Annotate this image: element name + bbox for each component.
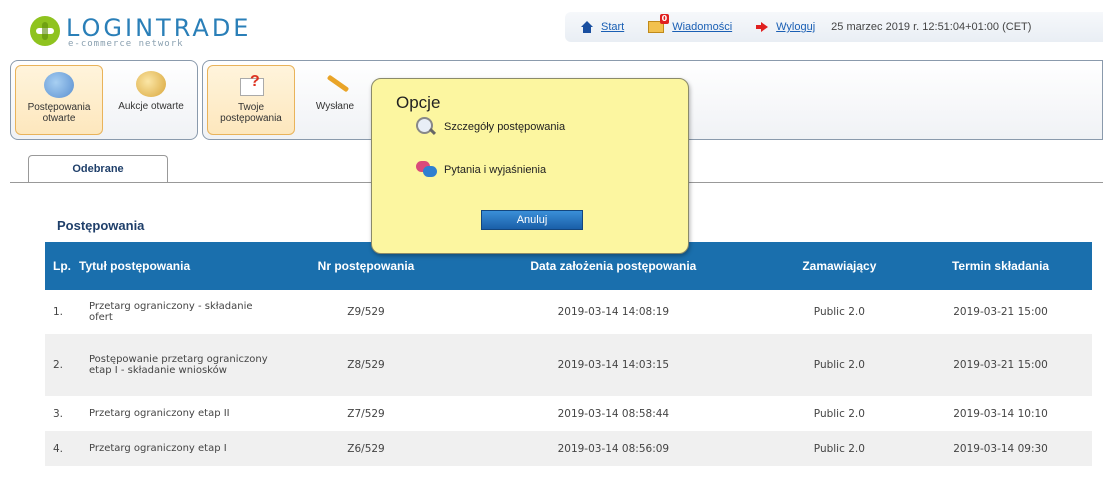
proceedings-table: Lp. Tytuł postępowania Nr postępowania D… xyxy=(45,242,1092,466)
current-datetime: 25 marzec 2019 r. 12:51:04+01:00 (CET) xyxy=(831,21,1032,33)
cell-deadline: 2019-03-14 10:10 xyxy=(909,396,1092,431)
cell-buyer: Public 2.0 xyxy=(769,334,910,396)
cell-title[interactable]: Przetarg ograniczony - składanie ofert xyxy=(75,290,275,334)
logo-text: LOGINTRADE xyxy=(66,14,252,42)
cancel-button[interactable]: Anuluj xyxy=(481,210,583,230)
auction-hammer-icon xyxy=(136,71,166,97)
your-proceedings-button[interactable]: Twoje postępowania xyxy=(207,65,295,135)
start-link[interactable]: Start xyxy=(601,21,624,33)
cell-title[interactable]: Przetarg ograniczony etap II xyxy=(75,396,275,431)
table-row[interactable]: 1. Przetarg ograniczony - składanie ofer… xyxy=(45,290,1092,334)
pen-icon xyxy=(320,71,350,97)
table-row[interactable]: 2. Postępowanie przetarg ograniczony eta… xyxy=(45,334,1092,396)
your-proceedings-label: Twoje postępowania xyxy=(220,102,282,124)
top-navigation: Start 0 Wiadomości Wyloguj 25 marzec 201… xyxy=(565,12,1103,42)
open-proceedings-button[interactable]: Postępowania otwarte xyxy=(15,65,103,135)
sent-button[interactable]: Wysłane xyxy=(299,65,371,135)
logo[interactable]: LOGINTRADE e-commerce network xyxy=(30,14,270,50)
column-header-title[interactable]: Tytuł postępowania xyxy=(75,242,275,290)
column-header-buyer[interactable]: Zamawiający xyxy=(769,242,910,290)
cell-deadline: 2019-03-21 15:00 xyxy=(909,334,1092,396)
cell-lp: 4. xyxy=(45,431,75,466)
option-proceeding-details[interactable]: Szczegóły postępowania xyxy=(416,117,565,137)
cell-date: 2019-03-14 08:56:09 xyxy=(457,431,770,466)
column-header-deadline[interactable]: Termin składania xyxy=(909,242,1092,290)
cell-number: Z7/529 xyxy=(275,396,458,431)
header: LOGINTRADE e-commerce network Start 0 Wi… xyxy=(0,0,1103,58)
cell-lp: 1. xyxy=(45,290,75,334)
cell-lp: 2. xyxy=(45,334,75,396)
options-popup: Opcje Szczegóły postępowania Pytania i w… xyxy=(371,78,689,254)
popup-title: Opcje xyxy=(396,93,441,112)
cell-date: 2019-03-14 14:08:19 xyxy=(457,290,770,334)
cell-title[interactable]: Postępowanie przetarg ograniczony etap I… xyxy=(75,334,275,396)
open-auctions-label: Aukcje otwarte xyxy=(118,101,184,112)
cell-number: Z6/529 xyxy=(275,431,458,466)
cell-number: Z9/529 xyxy=(275,290,458,334)
toolbar-group-open: Postępowania otwarte Aukcje otwarte xyxy=(10,60,198,140)
cell-deadline: 2019-03-14 09:30 xyxy=(909,431,1092,466)
cell-title[interactable]: Przetarg ograniczony etap I xyxy=(75,431,275,466)
option-proceeding-details-label: Szczegóły postępowania xyxy=(444,121,566,133)
cell-lp: 3. xyxy=(45,396,75,431)
magnifier-icon xyxy=(416,117,438,137)
home-icon xyxy=(581,21,593,33)
cell-number: Z8/529 xyxy=(275,334,458,396)
option-questions-clarifications[interactable]: Pytania i wyjaśnienia xyxy=(416,161,546,179)
cell-buyer: Public 2.0 xyxy=(769,431,910,466)
open-auctions-button[interactable]: Aukcje otwarte xyxy=(107,65,195,135)
proceedings-icon xyxy=(44,72,74,98)
logo-tagline: e-commerce network xyxy=(68,39,184,49)
logo-icon xyxy=(30,16,60,46)
sent-label: Wysłane xyxy=(315,101,355,112)
table-row[interactable]: 3. Przetarg ograniczony etap II Z7/529 2… xyxy=(45,396,1092,431)
logout-arrow-icon xyxy=(756,22,769,32)
cell-deadline: 2019-03-21 15:00 xyxy=(909,290,1092,334)
messages-count-badge: 0 xyxy=(659,14,670,24)
cell-date: 2019-03-14 08:58:44 xyxy=(457,396,770,431)
cell-buyer: Public 2.0 xyxy=(769,290,910,334)
messages-link[interactable]: Wiadomości xyxy=(672,21,732,33)
cell-date: 2019-03-14 14:03:15 xyxy=(457,334,770,396)
option-questions-clarifications-label: Pytania i wyjaśnienia xyxy=(444,164,547,176)
mail-icon[interactable]: 0 xyxy=(648,14,670,33)
inbox-question-icon xyxy=(236,72,266,98)
open-proceedings-label: Postępowania otwarte xyxy=(27,102,91,124)
chat-bubbles-icon xyxy=(416,161,438,179)
cell-buyer: Public 2.0 xyxy=(769,396,910,431)
table-row[interactable]: 4. Przetarg ograniczony etap I Z6/529 20… xyxy=(45,431,1092,466)
column-header-lp[interactable]: Lp. xyxy=(45,242,75,290)
tab-received[interactable]: Odebrane xyxy=(28,155,168,183)
section-title: Postępowania xyxy=(57,218,145,233)
logout-link[interactable]: Wyloguj xyxy=(776,21,815,33)
